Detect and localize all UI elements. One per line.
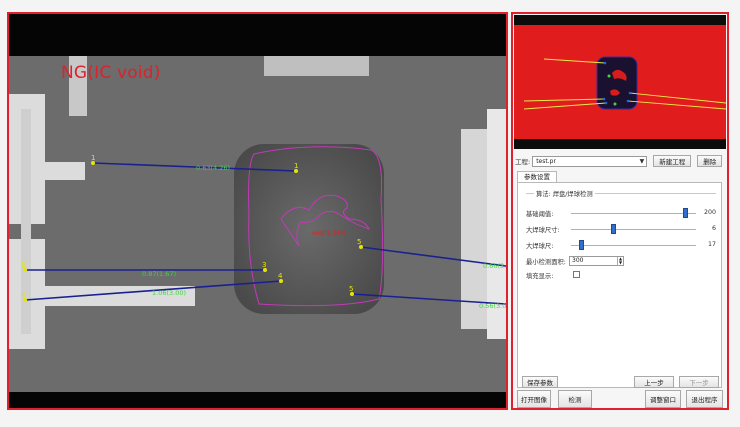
fill-display-checkbox[interactable] [573, 271, 580, 278]
chevron-down-icon: ▼ [639, 157, 645, 165]
threshold-slider[interactable] [571, 208, 696, 218]
app-window: 1 1 3 3 4 4 5 5 0.63(4.26) 0.87(1.67) 1.… [0, 0, 740, 427]
min-area-spinbox[interactable]: 300 ▲ ▼ [569, 256, 624, 266]
measurement-label: 1.06(3.00) [152, 289, 186, 297]
project-select[interactable]: test.pr ▼ [532, 155, 648, 167]
parameter-pane: 算法: 焊盘/焊球检测 基础阈值: 200 大焊球尺寸: 6 大焊球尺: 17 … [517, 182, 722, 388]
void-ratio-label: void:5.36% [312, 230, 346, 237]
preview-canvas [514, 15, 726, 149]
project-row: 工程: test.pr ▼ 新建工程 删除 [515, 154, 727, 168]
measurement-label: 0.63(4.26) [196, 164, 230, 172]
inspection-verdict: NG(IC void) [61, 63, 161, 83]
new-project-button[interactable]: 新建工程 [653, 155, 692, 167]
param-row-ball-size: 大焊球尺寸: 6 [526, 224, 716, 236]
prev-step-button[interactable]: 上一步 [634, 376, 674, 388]
point-id: 3 [262, 261, 266, 269]
xray-image-view[interactable]: 1 1 3 3 4 4 5 5 0.63(4.26) 0.87(1.67) 1.… [7, 12, 508, 410]
point-id: 1 [91, 154, 95, 162]
slider-handle[interactable] [579, 240, 585, 250]
algorithm-group-title: 算法: 焊盘/焊球检测 [534, 189, 595, 198]
exit-program-button[interactable]: 退出程序 [686, 390, 723, 408]
point-id: 1 [294, 162, 298, 170]
bottom-toolbar: 打开图像 检测 调整窗口 退出程序 [515, 390, 727, 408]
param-value: 6 [711, 225, 716, 232]
project-label: 工程: [515, 158, 531, 166]
param-row-threshold: 基础阈值: 200 [526, 208, 716, 220]
control-panel: 工程: test.pr ▼ 新建工程 删除 参数设置 算法: 焊盘/焊球检测 基… [511, 12, 729, 410]
point-id: 5 [349, 285, 353, 293]
save-params-button[interactable]: 保存参数 [522, 376, 558, 388]
param-row-fill-display: 填充显示: [526, 270, 716, 282]
fill-display-label: 填充显示: [526, 273, 554, 280]
min-area-value: 300 [572, 257, 584, 264]
param-value: 17 [707, 241, 716, 248]
point-id: 5 [357, 238, 361, 246]
point-id: 3 [21, 261, 25, 269]
spin-arrows-icon[interactable]: ▲ ▼ [617, 257, 623, 265]
adjust-window-button[interactable]: 调整窗口 [645, 390, 681, 408]
param-value: 200 [703, 209, 716, 216]
min-area-label: 最小检测面积: [526, 259, 566, 266]
param-label: 大焊球尺: [526, 243, 554, 250]
ball-size-slider[interactable] [571, 224, 696, 234]
measurement-label: 0.87(1.67) [142, 270, 176, 278]
preview-thumbnail [514, 15, 726, 149]
slider-handle[interactable] [610, 224, 616, 234]
slider-handle[interactable] [682, 208, 688, 218]
param-label: 基础阈值: [526, 211, 554, 218]
measurement-label: 0.66(3.0) [483, 262, 506, 270]
measurement-label: 0.56(3.0) [479, 302, 506, 310]
open-image-button[interactable]: 打开图像 [517, 390, 551, 408]
detect-button[interactable]: 检测 [558, 390, 592, 408]
next-step-button[interactable]: 下一步 [679, 376, 719, 388]
param-row-ball-dim: 大焊球尺: 17 [526, 240, 716, 252]
algorithm-group: 算法: 焊盘/焊球检测 基础阈值: 200 大焊球尺寸: 6 大焊球尺: 17 … [526, 189, 716, 293]
param-row-min-area: 最小检测面积: 300 ▲ ▼ [526, 256, 716, 268]
point-id: 4 [278, 272, 283, 280]
delete-project-button[interactable]: 删除 [697, 155, 723, 167]
ball-dim-slider[interactable] [571, 240, 696, 250]
point-id: 4 [21, 291, 26, 299]
project-value: test.pr [536, 157, 556, 165]
param-label: 大焊球尺寸: [526, 227, 560, 234]
